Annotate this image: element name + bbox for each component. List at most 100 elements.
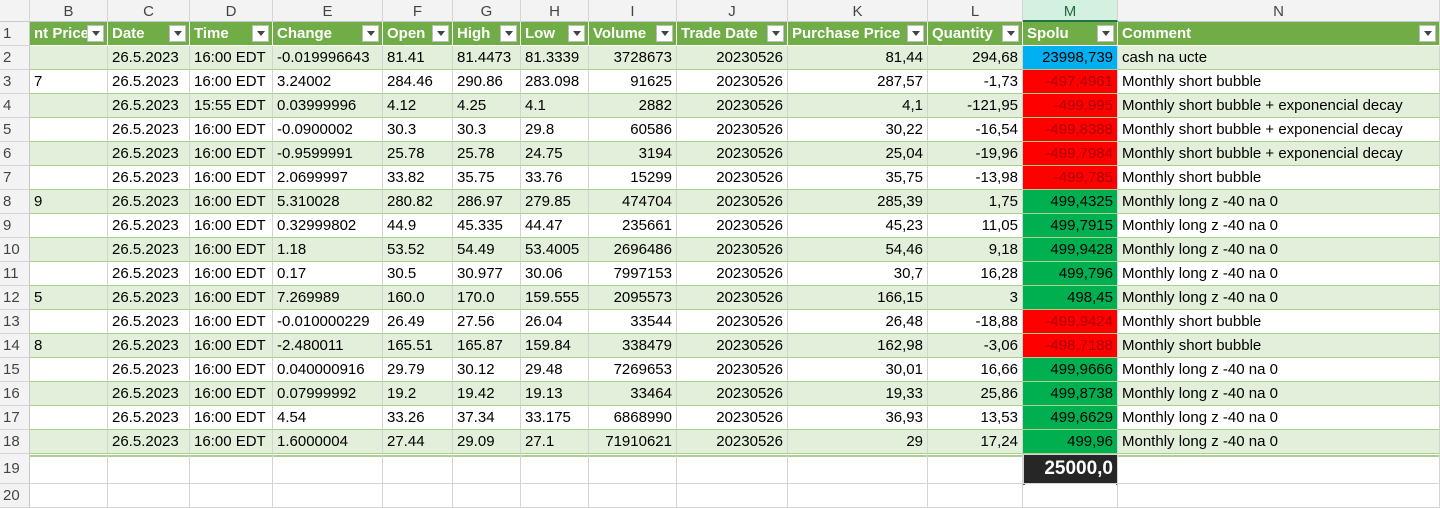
table-header-cell[interactable]: Trade Date xyxy=(677,22,788,46)
cell-comment[interactable]: Monthly long z -40 na 0 xyxy=(1118,214,1440,238)
cell-volume[interactable]: 7269653 xyxy=(589,358,677,382)
cell-purchase[interactable]: 30,7 xyxy=(788,262,928,286)
cell-b[interactable] xyxy=(30,262,108,286)
table-header-cell[interactable]: Comment xyxy=(1118,22,1440,46)
empty-cell[interactable] xyxy=(677,454,788,484)
cell-time[interactable]: 16:00 EDT xyxy=(190,334,273,358)
cell-spolu[interactable]: 499,4325 xyxy=(1023,190,1118,214)
cell-spolu[interactable]: -497,4961 xyxy=(1023,70,1118,94)
empty-cell[interactable] xyxy=(273,454,383,484)
empty-cell[interactable] xyxy=(928,484,1023,508)
cell-date[interactable]: 26.5.2023 xyxy=(108,46,190,70)
cell-date[interactable]: 26.5.2023 xyxy=(108,214,190,238)
cell-b[interactable] xyxy=(30,118,108,142)
cell-comment[interactable]: Monthly long z -40 na 0 xyxy=(1118,238,1440,262)
cell-high[interactable]: 35.75 xyxy=(453,166,521,190)
cell-change[interactable]: 2.0699997 xyxy=(273,166,383,190)
cell-date[interactable]: 26.5.2023 xyxy=(108,430,190,454)
cell-purchase[interactable]: 54,46 xyxy=(788,238,928,262)
cell-open[interactable]: 29.79 xyxy=(383,358,453,382)
empty-cell[interactable] xyxy=(521,484,589,508)
cell-change[interactable]: 3.24002 xyxy=(273,70,383,94)
cell-change[interactable]: 7.269989 xyxy=(273,286,383,310)
cell-purchase[interactable]: 162,98 xyxy=(788,334,928,358)
cell-purchase[interactable]: 29 xyxy=(788,430,928,454)
cell-high[interactable]: 29.09 xyxy=(453,430,521,454)
column-header-h[interactable]: H xyxy=(521,0,589,22)
table-header-cell[interactable]: Quantity xyxy=(928,22,1023,46)
row-number[interactable]: 17 xyxy=(0,406,30,430)
empty-cell[interactable] xyxy=(453,484,521,508)
cell-purchase[interactable]: 166,15 xyxy=(788,286,928,310)
cell-qty[interactable]: 17,24 xyxy=(928,430,1023,454)
cell-b[interactable] xyxy=(30,94,108,118)
filter-dropdown-icon[interactable] xyxy=(362,25,379,42)
cell-qty[interactable]: 3 xyxy=(928,286,1023,310)
cell-comment[interactable]: Monthly long z -40 na 0 xyxy=(1118,382,1440,406)
cell-purchase[interactable]: 25,04 xyxy=(788,142,928,166)
filter-dropdown-icon[interactable] xyxy=(500,25,517,42)
row-number[interactable]: 10 xyxy=(0,238,30,262)
cell-comment[interactable]: Monthly long z -40 na 0 xyxy=(1118,286,1440,310)
total-sum-cell[interactable]: 25000,0 xyxy=(1023,454,1118,484)
cell-spolu[interactable]: -499,995 xyxy=(1023,94,1118,118)
cell-date[interactable]: 26.5.2023 xyxy=(108,190,190,214)
cell-open[interactable]: 280.82 xyxy=(383,190,453,214)
column-header-n[interactable]: N xyxy=(1118,0,1440,22)
cell-b[interactable] xyxy=(30,358,108,382)
cell-high[interactable]: 19.42 xyxy=(453,382,521,406)
empty-cell[interactable] xyxy=(30,484,108,508)
column-header-e[interactable]: E xyxy=(273,0,383,22)
cell-comment[interactable]: Monthly long z -40 na 0 xyxy=(1118,262,1440,286)
cell-volume[interactable]: 6868990 xyxy=(589,406,677,430)
cell-trade-date[interactable]: 20230526 xyxy=(677,262,788,286)
cell-comment[interactable]: Monthly long z -40 na 0 xyxy=(1118,358,1440,382)
cell-change[interactable]: 0.03999996 xyxy=(273,94,383,118)
cell-time[interactable]: 16:00 EDT xyxy=(190,286,273,310)
filter-dropdown-icon[interactable] xyxy=(767,25,784,42)
cell-high[interactable]: 170.0 xyxy=(453,286,521,310)
cell-high[interactable]: 54.49 xyxy=(453,238,521,262)
cell-open[interactable]: 81.41 xyxy=(383,46,453,70)
empty-cell[interactable] xyxy=(677,484,788,508)
cell-volume[interactable]: 60586 xyxy=(589,118,677,142)
cell-low[interactable]: 26.04 xyxy=(521,310,589,334)
cell-low[interactable]: 29.8 xyxy=(521,118,589,142)
cell-trade-date[interactable]: 20230526 xyxy=(677,310,788,334)
cell-trade-date[interactable]: 20230526 xyxy=(677,70,788,94)
cell-purchase[interactable]: 4,1 xyxy=(788,94,928,118)
cell-date[interactable]: 26.5.2023 xyxy=(108,166,190,190)
cell-change[interactable]: -0.019996643 xyxy=(273,46,383,70)
column-header-f[interactable]: F xyxy=(383,0,453,22)
cell-low[interactable]: 30.06 xyxy=(521,262,589,286)
cell-open[interactable]: 25.78 xyxy=(383,142,453,166)
cell-change[interactable]: -0.9599991 xyxy=(273,142,383,166)
cell-low[interactable]: 33.175 xyxy=(521,406,589,430)
cell-time[interactable]: 16:00 EDT xyxy=(190,214,273,238)
empty-cell[interactable] xyxy=(928,454,1023,484)
cell-spolu[interactable]: -499,8388 xyxy=(1023,118,1118,142)
row-number[interactable]: 11 xyxy=(0,262,30,286)
cell-qty[interactable]: 25,86 xyxy=(928,382,1023,406)
cell-open[interactable]: 26.49 xyxy=(383,310,453,334)
cell-time[interactable]: 16:00 EDT xyxy=(190,166,273,190)
row-number[interactable]: 2 xyxy=(0,46,30,70)
cell-purchase[interactable]: 19,33 xyxy=(788,382,928,406)
cell-low[interactable]: 159.555 xyxy=(521,286,589,310)
cell-trade-date[interactable]: 20230526 xyxy=(677,94,788,118)
filter-dropdown-icon[interactable] xyxy=(1419,25,1436,42)
empty-cell[interactable] xyxy=(383,484,453,508)
cell-volume[interactable]: 2696486 xyxy=(589,238,677,262)
cell-qty[interactable]: -1,73 xyxy=(928,70,1023,94)
cell-spolu[interactable]: 499,9666 xyxy=(1023,358,1118,382)
filter-dropdown-icon[interactable] xyxy=(432,25,449,42)
cell-comment[interactable]: Monthly long z -40 na 0 xyxy=(1118,190,1440,214)
cell-volume[interactable]: 3728673 xyxy=(589,46,677,70)
cell-volume[interactable]: 15299 xyxy=(589,166,677,190)
cell-spolu[interactable]: -499,9424 xyxy=(1023,310,1118,334)
cell-change[interactable]: 5.310028 xyxy=(273,190,383,214)
table-header-cell[interactable]: Time xyxy=(190,22,273,46)
cell-qty[interactable]: -18,88 xyxy=(928,310,1023,334)
cell-b[interactable]: 7 xyxy=(30,70,108,94)
row-number[interactable]: 13 xyxy=(0,310,30,334)
